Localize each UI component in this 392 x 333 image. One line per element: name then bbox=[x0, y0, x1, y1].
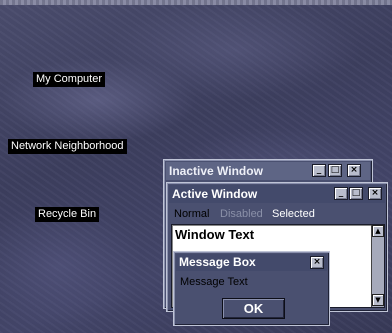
minimize-button[interactable]: _ bbox=[334, 187, 348, 200]
desktop-icon-label: Network Neighborhood bbox=[11, 140, 124, 152]
desktop-icon-label: Recycle Bin bbox=[38, 208, 97, 220]
maximize-icon: □ bbox=[351, 188, 361, 198]
message-text: Message Text bbox=[180, 276, 248, 288]
menu-item-selected[interactable]: Selected bbox=[272, 207, 315, 221]
close-icon: × bbox=[350, 165, 358, 175]
active-window-title: Active Window bbox=[172, 187, 258, 201]
arrow-down-icon: ▼ bbox=[375, 296, 381, 304]
message-box-title: Message Box bbox=[179, 255, 256, 269]
ok-button[interactable]: OK bbox=[222, 298, 285, 319]
inactive-window-title: Inactive Window bbox=[169, 164, 263, 178]
maximize-button[interactable]: □ bbox=[328, 164, 342, 177]
close-icon: × bbox=[371, 188, 379, 198]
vertical-scrollbar[interactable]: ▲ ▼ bbox=[371, 225, 384, 307]
desktop-icon-my-computer[interactable]: My Computer bbox=[33, 72, 106, 87]
menu-bar: Normal Disabled Selected bbox=[174, 207, 384, 221]
minimize-button[interactable]: _ bbox=[312, 164, 326, 177]
maximize-icon: □ bbox=[330, 165, 340, 175]
arrow-up-icon: ▲ bbox=[375, 227, 381, 235]
maximize-button[interactable]: □ bbox=[349, 187, 363, 200]
close-button[interactable]: × bbox=[310, 256, 324, 269]
close-button[interactable]: × bbox=[368, 187, 382, 200]
ok-button-label: OK bbox=[243, 301, 264, 316]
minimize-icon: _ bbox=[338, 188, 344, 198]
desktop-icon-label: My Computer bbox=[36, 73, 103, 85]
menu-item-disabled: Disabled bbox=[220, 208, 263, 220]
close-icon: × bbox=[313, 257, 321, 267]
top-edge-strip bbox=[0, 0, 392, 5]
message-box[interactable]: Message Box × Message Text OK bbox=[173, 251, 330, 326]
scroll-up-button[interactable]: ▲ bbox=[372, 225, 384, 237]
desktop-icon-recycle-bin[interactable]: Recycle Bin bbox=[35, 207, 100, 222]
minimize-icon: _ bbox=[316, 165, 322, 175]
message-box-titlebar[interactable]: Message Box bbox=[176, 254, 327, 271]
close-button[interactable]: × bbox=[347, 164, 361, 177]
window-text: Window Text bbox=[175, 227, 255, 242]
desktop-icon-network-neighborhood[interactable]: Network Neighborhood bbox=[8, 139, 127, 154]
scroll-down-button[interactable]: ▼ bbox=[372, 294, 384, 306]
menu-item-normal[interactable]: Normal bbox=[174, 207, 209, 221]
